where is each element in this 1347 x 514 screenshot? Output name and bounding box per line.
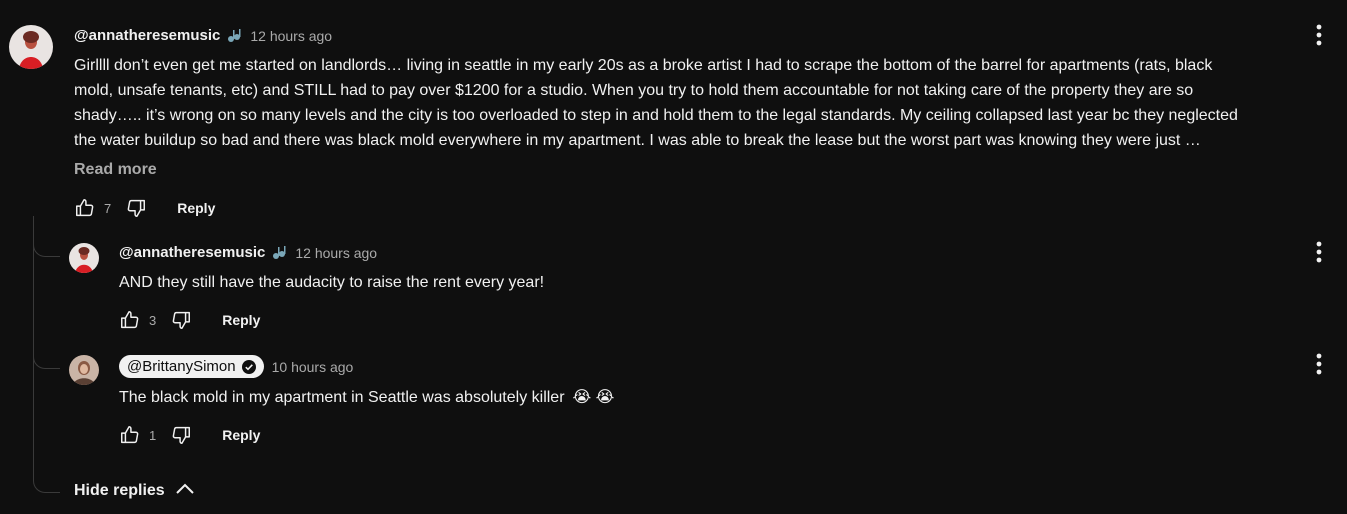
- reply-author: @BrittanySimon: [127, 358, 236, 375]
- reply-actions: 3 Reply: [119, 306, 260, 334]
- comment-text-line: the water buildup so bad and there was b…: [74, 132, 1201, 149]
- reply-text-line: AND they still have the audacity to rais…: [119, 274, 545, 291]
- reply-text: AND they still have the audacity to rais…: [119, 270, 544, 295]
- comment-text-line: Girllll don’t even get me started on lan…: [74, 57, 1213, 74]
- chevron-up-icon: [175, 481, 195, 500]
- read-more-button[interactable]: Read more: [74, 161, 157, 179]
- avatar[interactable]: [9, 25, 53, 69]
- more-actions-icon[interactable]: [1307, 352, 1331, 376]
- reply-button[interactable]: Reply: [177, 200, 215, 216]
- verified-check-icon: [241, 359, 256, 374]
- dislike-icon[interactable]: [170, 309, 192, 331]
- thread-connector: [33, 236, 60, 257]
- like-icon[interactable]: [119, 309, 141, 331]
- comment-thread: @annatheresemusic 12 hours ago Girllll d…: [0, 0, 1347, 514]
- comment-author[interactable]: @annatheresemusic: [74, 27, 220, 44]
- avatar[interactable]: [69, 243, 99, 273]
- like-count: 3: [149, 312, 157, 328]
- reply-button[interactable]: Reply: [222, 312, 260, 328]
- comment-text-line: mold, unsafe tenants, etc) and STILL had…: [74, 82, 1194, 99]
- like-count: 1: [149, 427, 157, 443]
- reply-header: @BrittanySimon 10 hours ago: [119, 355, 353, 378]
- dislike-icon[interactable]: [170, 424, 192, 446]
- comment-text: Girllll don’t even get me started on lan…: [74, 53, 1238, 153]
- reply-time[interactable]: 10 hours ago: [272, 359, 354, 375]
- reply-text-line: The black mold in my apartment in Seattl…: [119, 385, 614, 410]
- hide-replies-label: Hide replies: [74, 481, 165, 499]
- comment-time[interactable]: 12 hours ago: [250, 28, 332, 44]
- thread-line: [33, 216, 34, 474]
- music-note-badge-icon: [226, 28, 242, 44]
- like-icon[interactable]: [74, 197, 96, 219]
- crying-emoji: 😭 😭: [572, 389, 615, 406]
- thread-connector: [33, 348, 60, 369]
- more-actions-icon[interactable]: [1307, 240, 1331, 264]
- reply-time[interactable]: 12 hours ago: [295, 245, 377, 261]
- like-icon[interactable]: [119, 424, 141, 446]
- hide-replies-button[interactable]: Hide replies: [74, 481, 195, 500]
- avatar[interactable]: [69, 355, 99, 385]
- reply-actions: 1 Reply: [119, 421, 260, 449]
- thread-connector: [33, 472, 60, 493]
- reply-header: @annatheresemusic 12 hours ago: [119, 244, 377, 261]
- comment-text-line: shady….. it’s wrong on so many levels an…: [74, 107, 1238, 124]
- music-note-badge-icon: [271, 245, 287, 261]
- reply-button[interactable]: Reply: [222, 427, 260, 443]
- comment-header: @annatheresemusic 12 hours ago: [74, 27, 332, 44]
- like-count: 7: [104, 200, 112, 216]
- creator-author-chip[interactable]: @BrittanySimon: [119, 355, 264, 378]
- reply-text: The black mold in my apartment in Seattl…: [119, 385, 614, 410]
- comment-actions: 7 Reply: [74, 194, 215, 222]
- dislike-icon[interactable]: [125, 197, 147, 219]
- reply-author[interactable]: @annatheresemusic: [119, 244, 265, 261]
- more-actions-icon[interactable]: [1307, 23, 1331, 47]
- reply-text-content: The black mold in my apartment in Seattl…: [119, 389, 565, 406]
